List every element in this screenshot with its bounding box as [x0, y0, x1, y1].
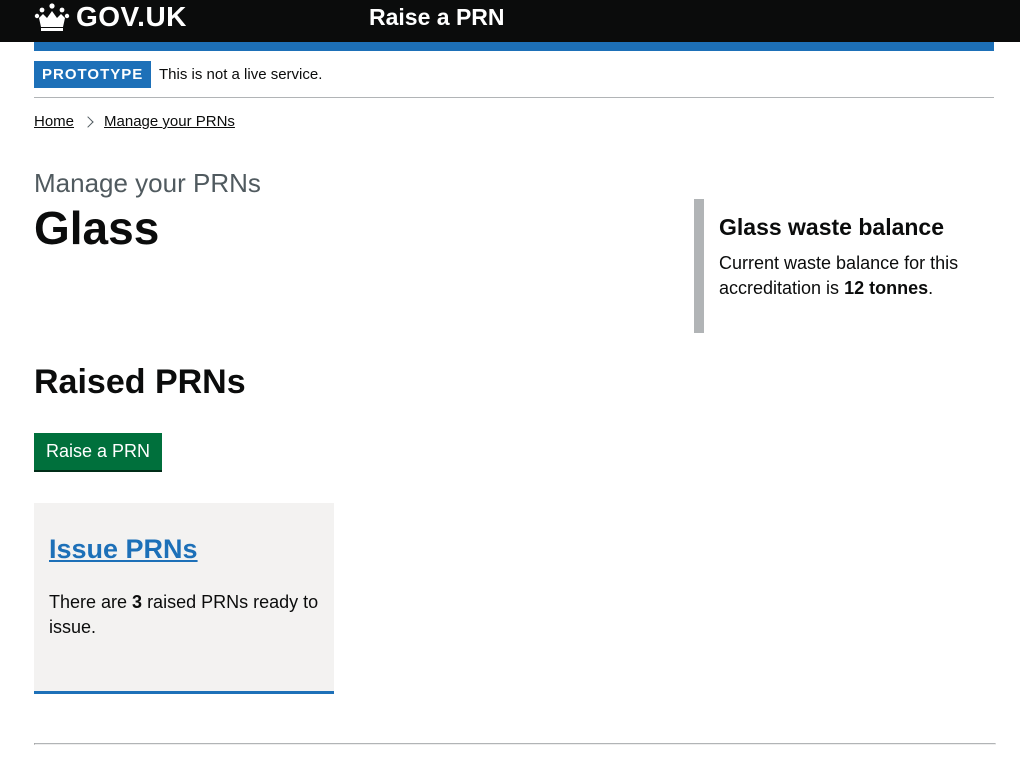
issue-prns-text: There are 3 raised PRNs ready to issue. [49, 592, 319, 637]
breadcrumb: Home Manage your PRNs [34, 112, 235, 132]
waste-balance-panel: Glass waste balance Current waste balanc… [694, 199, 994, 333]
breadcrumb-home-link[interactable]: Home [34, 112, 74, 132]
govuk-logo-link[interactable]: GOV.UK [34, 0, 187, 34]
header-blue-bar [34, 42, 994, 51]
chevron-right-icon [82, 116, 94, 128]
waste-balance-title: Glass waste balance [719, 214, 945, 240]
page-caption: Manage your PRNs [34, 168, 261, 198]
waste-balance-text: Current waste balance for this accredita… [719, 253, 959, 298]
waste-balance-amount: 12 tonnes [844, 278, 929, 298]
section-divider [34, 743, 996, 745]
phase-banner-text: This is not a live service. [159, 66, 323, 83]
phase-banner: PROTOTYPE This is not a live service. [34, 61, 994, 98]
logo-text: GOV.UK [76, 1, 187, 32]
phase-tag: PROTOTYPE [34, 61, 152, 88]
breadcrumb-manage-prns-link[interactable]: Manage your PRNs [104, 112, 235, 132]
issue-prns-count: 3 [132, 592, 143, 612]
issue-prns-link[interactable]: Issue PRNs [49, 532, 198, 566]
page-title: Glass [34, 202, 160, 254]
crown-icon [34, 3, 70, 31]
issue-prns-card: Issue PRNs There are 3 raised PRNs ready… [34, 503, 334, 694]
service-name-link[interactable]: Raise a PRN [369, 0, 505, 34]
raised-prns-heading: Raised PRNs [34, 363, 246, 401]
raise-prn-button[interactable]: Raise a PRN [34, 433, 163, 470]
site-header: GOV.UK Raise a PRN [0, 0, 1020, 42]
